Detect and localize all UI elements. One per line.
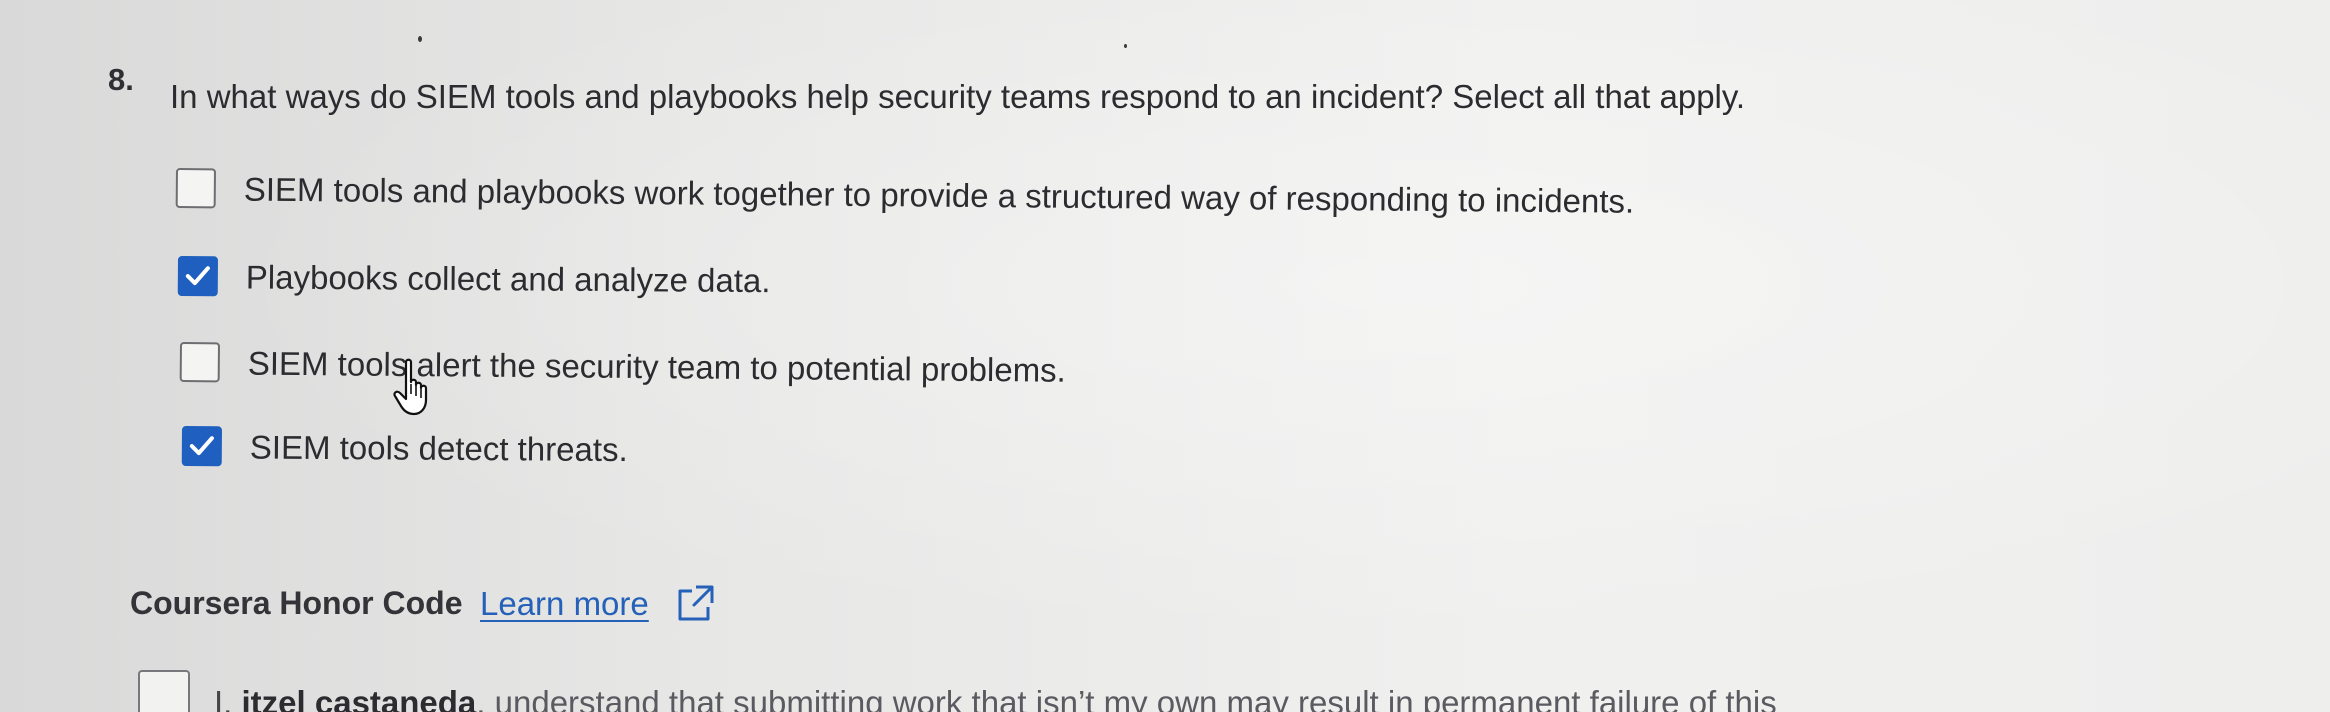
honor-code-title: Coursera Honor Code <box>130 585 463 621</box>
option-label[interactable]: Playbooks collect and analyze data. <box>246 258 771 300</box>
honor-code: Coursera Honor Code Learn more <box>130 583 850 633</box>
checkbox-unchecked[interactable] <box>179 342 220 383</box>
learn-more-link[interactable]: Learn more <box>480 585 649 623</box>
question-text: In what ways do SIEM tools and playbooks… <box>170 78 1746 115</box>
option-label[interactable]: SIEM tools and playbooks work together t… <box>244 171 1635 221</box>
question-number: 8. <box>108 62 134 97</box>
checkbox-checked[interactable] <box>181 426 222 467</box>
checkmark-icon <box>189 436 214 456</box>
honor-pledge: I, itzel castaneda, understand that subm… <box>138 668 2288 712</box>
pledge-text[interactable]: I, itzel castaneda, understand that subm… <box>214 684 1777 712</box>
pledge-prefix: I, <box>214 684 242 712</box>
screen-speck <box>1124 44 1127 48</box>
checkmark-icon <box>185 266 210 286</box>
screen-speck <box>418 36 422 42</box>
checkbox-checked[interactable] <box>177 256 218 297</box>
checkbox-unchecked[interactable] <box>175 168 216 209</box>
option-label[interactable]: SIEM tools alert the security team to po… <box>248 345 1066 390</box>
external-link-icon[interactable] <box>674 583 716 625</box>
hand-pointer-cursor-icon <box>393 358 428 416</box>
question: 8. In what ways do SIEM tools and playbo… <box>108 62 2208 122</box>
option-label[interactable]: SIEM tools detect threats. <box>250 428 628 469</box>
pledge-name: itzel castaneda <box>241 684 477 712</box>
pledge-checkbox[interactable] <box>138 670 190 712</box>
pledge-rest: , understand that submitting work that i… <box>476 684 1777 712</box>
